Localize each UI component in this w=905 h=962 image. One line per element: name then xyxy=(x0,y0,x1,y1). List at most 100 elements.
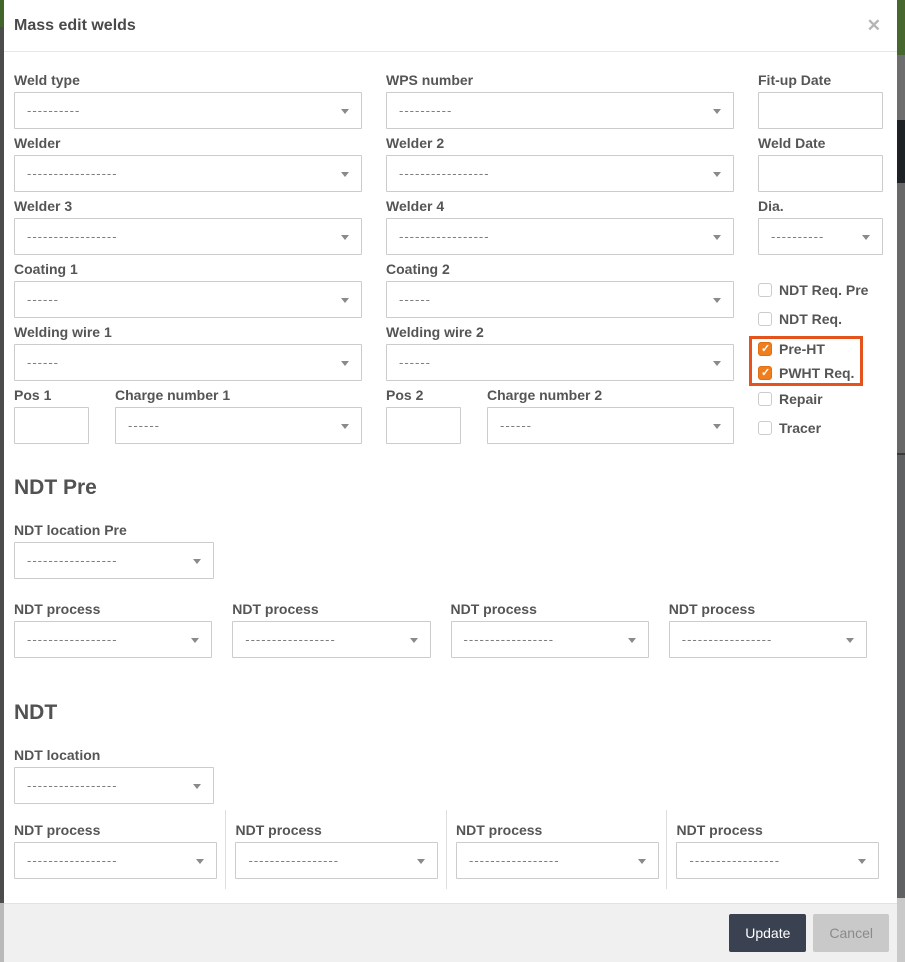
field-wps-number: WPS number ---------- xyxy=(386,72,734,129)
welder-3-label: Welder 3 xyxy=(14,198,73,214)
field-ndt-location: NDT location ----------------- xyxy=(14,747,887,804)
welder-select[interactable]: ----------------- xyxy=(14,155,362,192)
fit-up-date-input[interactable] xyxy=(758,92,883,129)
chevron-down-icon xyxy=(193,559,201,564)
chevron-down-icon xyxy=(341,109,349,114)
field-welding-wire-2: Welding wire 2 ------ xyxy=(386,324,734,381)
ndt-process-label: NDT process xyxy=(14,822,101,838)
chevron-down-icon xyxy=(196,859,204,864)
ndt-pre-process-2-select[interactable]: ----------------- xyxy=(232,621,431,658)
charge-number-2-select[interactable]: ------ xyxy=(487,407,734,444)
field-ndt-pre-process-3: NDT process ----------------- xyxy=(450,601,649,658)
checkbox-row-ndt-req: NDT Req. xyxy=(758,311,887,327)
ndt-process-col-2: NDT process ----------------- xyxy=(225,810,446,889)
cancel-button[interactable]: Cancel xyxy=(813,914,889,952)
coating-2-select[interactable]: ------ xyxy=(386,281,734,318)
mass-edit-welds-modal: Mass edit welds ✕ Weld type ---------- W… xyxy=(4,0,897,962)
ndt-location-select[interactable]: ----------------- xyxy=(14,767,214,804)
ndt-process-row: NDT process ----------------- NDT proces… xyxy=(14,810,887,889)
checkbox-tracer[interactable] xyxy=(758,421,772,435)
field-weld-date: Weld Date xyxy=(758,135,887,192)
ndt-pre-process-4-select[interactable]: ----------------- xyxy=(668,621,867,658)
pre-ht-pwht-highlight-box: Pre-HT PWHT Req. xyxy=(749,336,863,386)
chevron-down-icon xyxy=(713,109,721,114)
checkbox-ndt-req[interactable] xyxy=(758,312,772,326)
welder-2-select[interactable]: ----------------- xyxy=(386,155,734,192)
welding-wire-1-select[interactable]: ------ xyxy=(14,344,362,381)
coating-1-label: Coating 1 xyxy=(14,261,78,277)
chevron-down-icon xyxy=(341,298,349,303)
field-welding-wire-1: Welding wire 1 ------ xyxy=(14,324,362,381)
ndt-process-label: NDT process xyxy=(450,601,537,617)
checkbox-row-ndt-req-pre: NDT Req. Pre xyxy=(758,282,887,298)
modal-title: Mass edit welds xyxy=(14,16,136,34)
weld-type-select[interactable]: ---------- xyxy=(14,92,362,129)
modal-footer: Update Cancel xyxy=(4,903,897,962)
ndt-process-label: NDT process xyxy=(14,601,101,617)
wps-number-select[interactable]: ---------- xyxy=(386,92,734,129)
checkbox-row-pwht-req: PWHT Req. xyxy=(758,365,860,381)
pos-2-input[interactable] xyxy=(386,407,461,444)
field-ndt-pre-process-4: NDT process ----------------- xyxy=(668,601,867,658)
welder-4-select[interactable]: ----------------- xyxy=(386,218,734,255)
coating-1-select[interactable]: ------ xyxy=(14,281,362,318)
ndt-process-2-select[interactable]: ----------------- xyxy=(235,842,439,879)
checkbox-row-repair: Repair xyxy=(758,391,887,407)
ndt-process-col-4: NDT process ----------------- xyxy=(666,810,887,889)
field-welder-2: Welder 2 ----------------- xyxy=(386,135,734,192)
chevron-down-icon xyxy=(417,859,426,864)
ndt-pre-process-3-select[interactable]: ----------------- xyxy=(450,621,649,658)
main-form-grid: Weld type ---------- WPS number --------… xyxy=(14,72,887,450)
dia-label: Dia. xyxy=(758,198,784,214)
field-dia: Dia. ---------- xyxy=(758,198,887,255)
chevron-down-icon xyxy=(713,172,721,177)
ndt-process-3-select[interactable]: ----------------- xyxy=(455,842,659,879)
close-icon[interactable]: ✕ xyxy=(867,17,881,34)
welding-wire-2-label: Welding wire 2 xyxy=(386,324,484,340)
welder-4-label: Welder 4 xyxy=(386,198,445,214)
checkbox-pre-ht[interactable] xyxy=(758,342,772,356)
checkbox-pwht-req[interactable] xyxy=(758,366,772,380)
chevron-down-icon xyxy=(713,361,721,366)
chevron-down-icon xyxy=(713,235,721,240)
ndt-pre-process-1-select[interactable]: ----------------- xyxy=(14,621,213,658)
welder-3-select[interactable]: ----------------- xyxy=(14,218,362,255)
wps-number-label: WPS number xyxy=(386,72,474,88)
field-coating-1: Coating 1 ------ xyxy=(14,261,362,318)
chevron-down-icon xyxy=(627,638,636,643)
dia-select[interactable]: ---------- xyxy=(758,218,883,255)
checkbox-repair[interactable] xyxy=(758,392,772,406)
charge-number-1-select[interactable]: ------ xyxy=(115,407,362,444)
coating-2-label: Coating 2 xyxy=(386,261,450,277)
field-welder-4: Welder 4 ----------------- xyxy=(386,198,734,255)
field-coating-2: Coating 2 ------ xyxy=(386,261,734,318)
ndt-location-pre-select[interactable]: ----------------- xyxy=(14,542,214,579)
chevron-down-icon xyxy=(193,784,201,789)
ndt-location-label: NDT location xyxy=(14,747,101,763)
pos-2-label: Pos 2 xyxy=(386,387,424,403)
ndt-section-heading: NDT xyxy=(14,701,58,724)
welder-2-label: Welder 2 xyxy=(386,135,445,151)
chevron-down-icon xyxy=(409,638,418,643)
ndt-pre-process-row: NDT process ----------------- NDT proces… xyxy=(14,601,887,658)
pos-1-input[interactable] xyxy=(14,407,89,444)
ndt-process-1-select[interactable]: ----------------- xyxy=(14,842,217,879)
chevron-down-icon xyxy=(713,298,721,303)
field-welder-3: Welder 3 ----------------- xyxy=(14,198,362,255)
chevron-down-icon xyxy=(341,172,349,177)
weld-date-input[interactable] xyxy=(758,155,883,192)
background-page-left-edge xyxy=(0,0,4,962)
chevron-down-icon xyxy=(862,235,870,240)
field-ndt-location-pre: NDT location Pre ----------------- xyxy=(14,522,887,579)
ndt-location-pre-label: NDT location Pre xyxy=(14,522,127,538)
checkbox-ndt-req-pre[interactable] xyxy=(758,283,772,297)
fit-up-date-label: Fit-up Date xyxy=(758,72,832,88)
chevron-down-icon xyxy=(191,638,200,643)
chevron-down-icon xyxy=(637,859,646,864)
ndt-process-label: NDT process xyxy=(455,822,543,838)
welding-wire-2-select[interactable]: ------ xyxy=(386,344,734,381)
field-ndt-process-3: NDT process ----------------- xyxy=(455,822,667,879)
welder-label: Welder xyxy=(14,135,61,151)
ndt-process-4-select[interactable]: ----------------- xyxy=(676,842,880,879)
update-button[interactable]: Update xyxy=(729,914,807,952)
